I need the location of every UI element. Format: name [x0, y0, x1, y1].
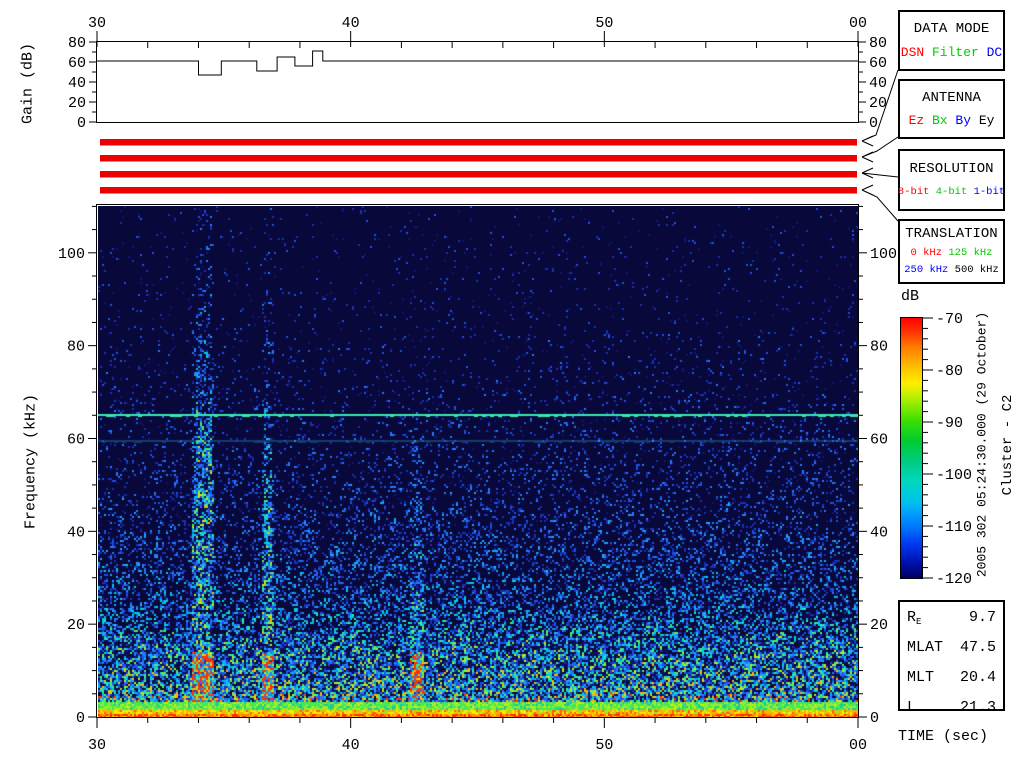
ephemeris-label: MLAT: [907, 639, 944, 656]
time-tick-label: 00: [849, 737, 867, 754]
colorbar-tick-label: -120: [936, 571, 972, 588]
gain-tick-label: 0: [869, 115, 878, 132]
ephemeris-row: MLT 20.4: [907, 665, 996, 695]
panel-value: DC: [986, 45, 1003, 60]
mode-indicator-bar: [100, 155, 857, 162]
panel-values-row: Ez Bx By Ey: [909, 114, 995, 128]
panel-resolution: RESOLUTION 8-bit 4-bit 1-bit: [898, 149, 1005, 211]
time-axis-label: TIME (sec): [898, 728, 989, 745]
ephemeris-label: RE: [907, 609, 922, 627]
gain-tick-label: 60: [869, 55, 887, 72]
freq-tick-label: 80: [870, 339, 888, 356]
gain-tick-label: 0: [77, 115, 86, 132]
freq-tick-label: 20: [870, 617, 888, 634]
colorbar-tick-label: -100: [936, 467, 972, 484]
ephemeris-row: L 21.3: [907, 695, 996, 725]
frequency-axis-label: Frequency (kHz): [22, 393, 40, 530]
ephemeris-value: 20.4: [959, 669, 996, 686]
colorbar-tick-label: -70: [936, 311, 963, 328]
ephemeris-value: 21.3: [959, 699, 996, 716]
gain-plot-frame: [96, 41, 859, 123]
gain-tick-label: 80: [869, 35, 887, 52]
datetime-label: 2005 302 05:24:30.000 (29 October): [974, 311, 990, 578]
panel-value: 1-bit: [973, 186, 1006, 199]
panel-value: 0 kHz: [910, 246, 943, 259]
gain-tick-label: 40: [869, 75, 887, 92]
panel-antenna-title: ANTENNA: [922, 89, 981, 106]
panel-value: 4-bit: [935, 186, 968, 199]
freq-tick-label: 40: [67, 524, 85, 541]
panel-data-mode-title: DATA MODE: [913, 21, 990, 37]
freq-tick-label: 0: [870, 710, 879, 727]
panel-values-row: 0 kHz 125 kHz: [911, 247, 993, 260]
gain-axis-label: Gain (dB): [19, 43, 37, 125]
panel-value: Filter: [931, 45, 979, 60]
time-tick-label: 40: [342, 15, 360, 32]
freq-tick-label: 80: [67, 339, 85, 356]
ephemeris-row: MLAT 47.5: [907, 635, 996, 665]
gain-tick-label: 40: [68, 75, 86, 92]
colorbar-unit-label: dB: [901, 288, 920, 305]
panel-translation: TRANSLATION 0 kHz 125 kHz 250 kHz 500 kHz: [898, 219, 1005, 284]
gain-tick-label: 20: [68, 95, 86, 112]
time-tick-label: 00: [849, 15, 867, 32]
panel-value: Bx: [931, 113, 948, 129]
freq-tick-label: 20: [67, 617, 85, 634]
ephemeris-label: L: [907, 699, 917, 716]
time-tick-label: 40: [342, 737, 360, 754]
colorbar-tick-label: -110: [936, 519, 972, 536]
ephemeris-label: MLT: [907, 669, 935, 686]
mode-indicator-bar: [100, 171, 857, 178]
ephemeris-row: RE 9.7: [907, 605, 996, 635]
panel-values-row: 8-bit 4-bit 1-bit: [898, 186, 1005, 199]
spacecraft-label: Cluster - C2: [1000, 394, 1016, 496]
plot-page: 30 40 50 00 0 0 20 20 40 40 60 60 80 80 0 0 20 20 40 40 60 60…: [0, 0, 1024, 768]
panel-value: By: [955, 113, 972, 129]
panel-connector-arrow: [861, 69, 899, 147]
freq-tick-label: 60: [67, 431, 85, 448]
panel-data-mode: DATA MODE DSN Filter DC: [898, 10, 1005, 71]
panel-value: 125 kHz: [948, 246, 993, 259]
panel-value: 500 kHz: [954, 264, 999, 277]
panel-antenna: ANTENNA Ez Bx By Ey: [898, 79, 1005, 139]
panel-value: 8-bit: [897, 186, 930, 199]
colorbar-tick-label: -80: [936, 363, 963, 380]
gain-tick-label: 80: [68, 35, 86, 52]
colorbar-gradient: [901, 318, 922, 578]
freq-tick-label: 100: [870, 246, 897, 263]
mode-indicator-bar: [100, 187, 857, 194]
panel-value: 250 kHz: [904, 264, 949, 277]
panel-translation-title: TRANSLATION: [905, 225, 998, 242]
panel-connector-arrow: [861, 184, 899, 222]
panel-values-row: 250 kHz 500 kHz: [904, 264, 999, 277]
panel-values-row: DSN Filter DC: [901, 46, 1002, 60]
ephemeris-value: 9.7: [968, 609, 996, 626]
freq-tick-label: 60: [870, 431, 888, 448]
ephemeris-value: 47.5: [959, 639, 996, 656]
spectrogram-canvas: [98, 206, 858, 717]
panel-value: DSN: [900, 45, 925, 60]
panel-resolution-title: RESOLUTION: [909, 160, 994, 177]
freq-tick-label: 40: [870, 524, 888, 541]
time-tick-label: 50: [595, 15, 613, 32]
gain-tick-label: 20: [869, 95, 887, 112]
ephemeris-box: RE 9.7 MLAT 47.5 MLT 20.4 L 21.3: [898, 600, 1005, 716]
panel-value: Ez: [908, 113, 925, 129]
colorbar-tick-label: -90: [936, 415, 963, 432]
panel-connector-arrow: [861, 167, 899, 179]
mode-indicator-bar: [100, 139, 857, 146]
freq-tick-label: 100: [58, 246, 85, 263]
gain-tick-label: 60: [68, 55, 86, 72]
panel-connector-arrow: [861, 136, 899, 163]
panel-value: Ey: [978, 113, 995, 129]
time-tick-label: 50: [595, 737, 613, 754]
gain-curve: [97, 50, 858, 76]
time-tick-label: 30: [88, 15, 106, 32]
freq-tick-label: 0: [76, 710, 85, 727]
time-tick-label: 30: [88, 737, 106, 754]
